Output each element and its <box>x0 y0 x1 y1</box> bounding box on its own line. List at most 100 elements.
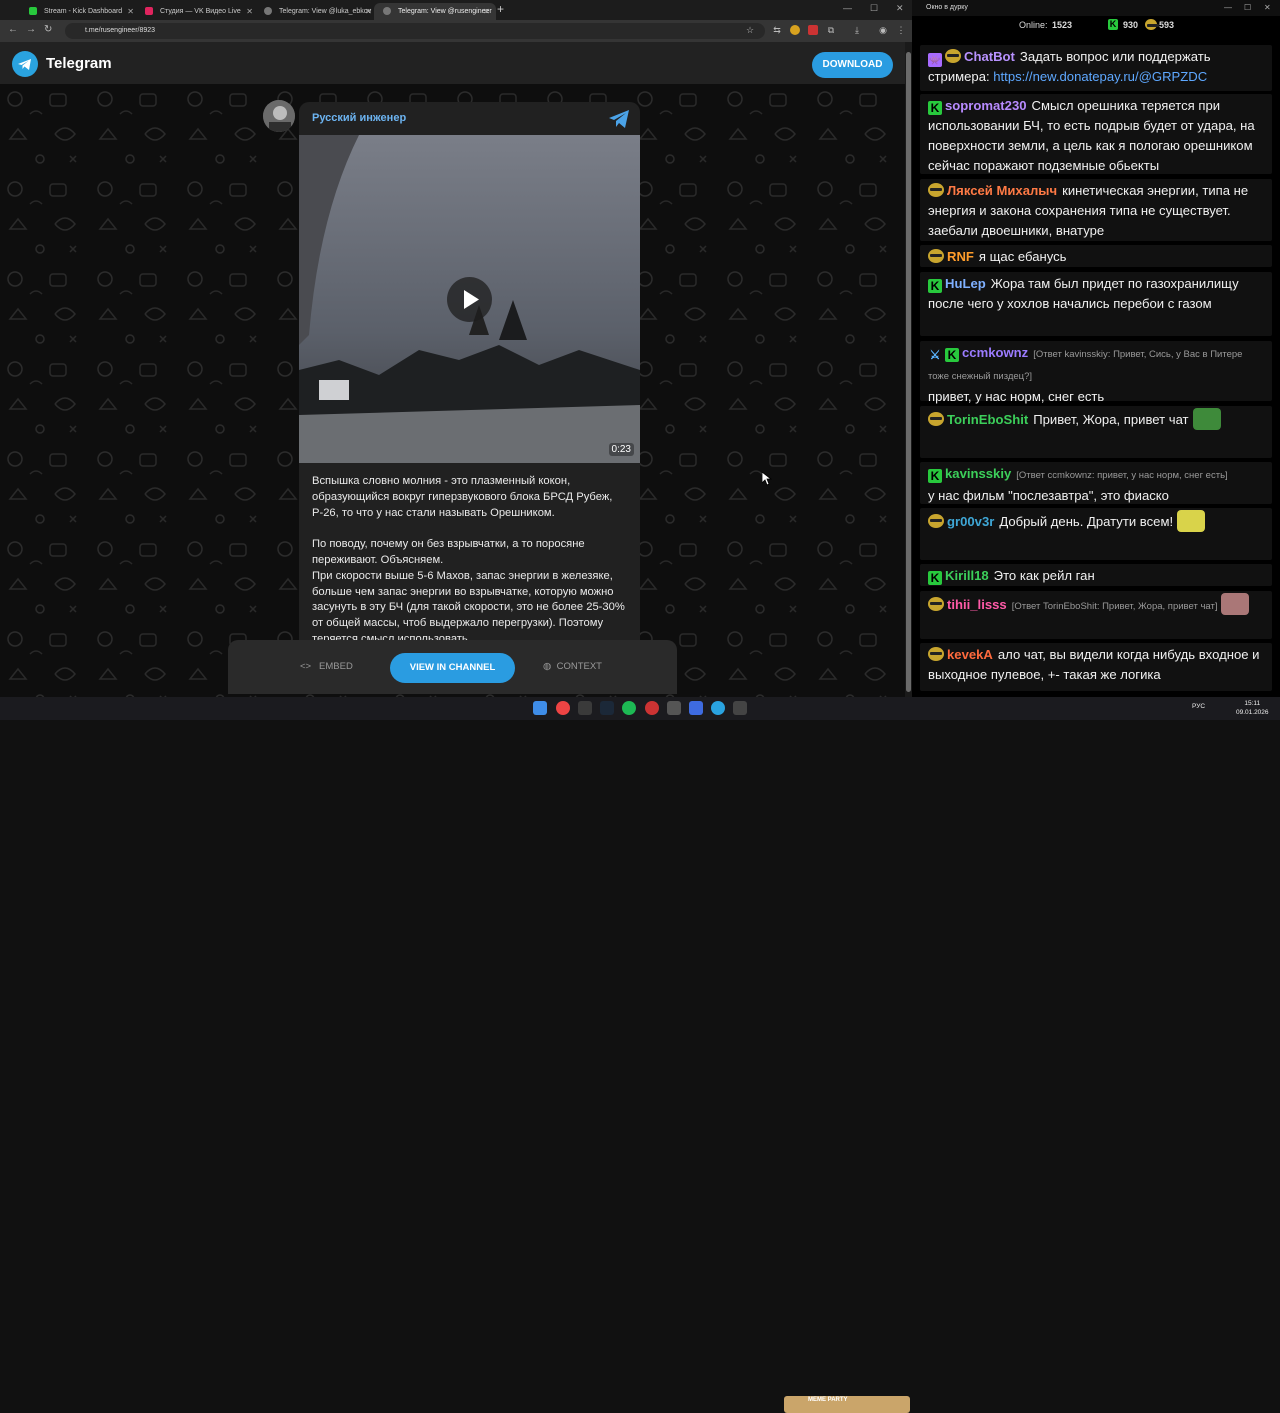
telegram-taskbar-icon[interactable] <box>711 701 725 715</box>
chat-username[interactable]: TorinEboShit <box>947 412 1028 427</box>
view-in-channel-button[interactable]: VIEW IN CHANNEL <box>390 653 515 683</box>
url-field[interactable]: t.me/rusengineer/8923 <box>65 23 765 39</box>
scrollbar-thumb[interactable] <box>906 52 911 692</box>
forward-icon[interactable]: → <box>26 24 36 35</box>
clock-time: 15:11 <box>1244 700 1261 707</box>
chat-titlebar: Окно в дурку — ☐ ✕ <box>912 0 1280 16</box>
post-text: Вспышка словно молния - это плазменный к… <box>312 475 625 642</box>
app-icon[interactable] <box>645 701 659 715</box>
tab-strip: Stream - Kick Dashboard ✕ Студия — VK Ви… <box>0 0 912 20</box>
chat-username[interactable]: ccmkownz <box>962 345 1028 360</box>
extension-icon[interactable] <box>790 25 800 35</box>
glasses-badge-icon <box>928 597 944 611</box>
extension-icon[interactable] <box>808 25 818 35</box>
spotify-icon[interactable] <box>622 701 636 715</box>
obs-icon[interactable] <box>733 701 747 715</box>
channel-avatar[interactable] <box>263 100 295 132</box>
keyboard-language[interactable]: РУС <box>1192 703 1205 710</box>
close-window-icon[interactable]: ✕ <box>1264 0 1271 16</box>
kick-badge-icon: K <box>928 101 942 115</box>
mouse-cursor-icon <box>762 472 772 486</box>
kick-favicon-icon <box>29 7 37 15</box>
meme-party-widget: MEME PARTY <box>784 1396 910 1413</box>
extension-icon[interactable]: ⇆ <box>772 25 782 35</box>
close-window-icon[interactable]: ✕ <box>896 3 904 14</box>
tab-vk-studio[interactable]: Студия — VK Видео Live ✕ <box>136 3 259 20</box>
back-icon[interactable]: ← <box>8 24 18 35</box>
embed-label: EMBED <box>319 661 353 672</box>
system-clock[interactable]: 15:11 09.01.2026 <box>1236 699 1269 717</box>
chat-message: gr00v3r Добрый день. Дратути всем! <box>920 508 1272 560</box>
embed-button[interactable]: <> EMBED <box>300 661 353 672</box>
sword-badge-icon: ⚔ <box>929 348 941 362</box>
download-button[interactable]: DOWNLOAD <box>812 52 893 78</box>
tab-kick-dashboard[interactable]: Stream - Kick Dashboard ✕ <box>20 3 140 20</box>
tab-telegram-rusengineer[interactable]: Telegram: View @rusengineer ✕ <box>374 3 496 20</box>
new-tab-button[interactable]: + <box>497 2 504 16</box>
chat-emote <box>1177 510 1206 532</box>
app-icon[interactable] <box>689 701 703 715</box>
maximize-icon[interactable]: ☐ <box>1244 0 1251 16</box>
globe-icon <box>383 7 391 15</box>
kick-badge-icon: K <box>928 571 942 585</box>
chrome-icon[interactable] <box>556 701 570 715</box>
chat-message-text: я щас ебанусь <box>978 249 1067 264</box>
chat-message-text: Привет, Жора, привет чат <box>1033 412 1189 427</box>
chat-username[interactable]: HuLep <box>945 276 986 291</box>
close-icon[interactable]: ✕ <box>246 3 253 20</box>
close-icon[interactable]: ✕ <box>365 3 372 20</box>
online-count: 1523 <box>1052 20 1073 30</box>
bot-badge-icon: 👾 <box>928 53 942 67</box>
chat-message: K HuLep Жора там был придет по газохранили… <box>920 272 1272 336</box>
tab-title: Telegram: View @rusengineer <box>398 8 492 15</box>
glasses-badge-icon <box>945 49 961 63</box>
app-icon[interactable] <box>578 701 592 715</box>
chat-username[interactable]: sopromat230 <box>945 98 1027 113</box>
chat-username[interactable]: kevekA <box>947 647 993 662</box>
video-player[interactable]: 0:23 <box>299 135 640 463</box>
profile-icon[interactable]: ◉ <box>878 25 888 35</box>
menu-icon[interactable]: ⋮ <box>896 25 906 35</box>
telegram-title: Telegram <box>46 55 112 72</box>
maximize-icon[interactable]: ☐ <box>870 3 878 14</box>
minimize-icon[interactable]: — <box>843 3 852 13</box>
context-button[interactable]: ◍ CONTEXT <box>543 661 602 672</box>
windows-start-icon[interactable] <box>533 701 547 715</box>
reply-context[interactable]: [Ответ ccmkownz: привет, у нас норм, сне… <box>1016 470 1227 481</box>
chat-message-text: у нас фильм "послезавтра", это фиаско <box>928 488 1169 503</box>
chat-username[interactable]: Kirill18 <box>945 568 989 583</box>
close-icon[interactable]: ✕ <box>483 3 490 20</box>
tab-title: Stream - Kick Dashboard <box>44 8 123 15</box>
chat-username[interactable]: RNF <box>947 249 974 264</box>
channel-name-link[interactable]: Русский инженер <box>312 112 406 124</box>
download-icon[interactable]: ⤓ <box>852 25 862 35</box>
steam-icon[interactable] <box>600 701 614 715</box>
star-icon[interactable]: ☆ <box>745 25 755 35</box>
url-text: t.me/rusengineer/8923 <box>85 27 156 34</box>
chat-username[interactable]: gr00v3r <box>947 514 994 529</box>
reply-context[interactable]: [Ответ TorinEboShit: Привет, Жора, приве… <box>1012 601 1218 612</box>
app-icon[interactable] <box>667 701 681 715</box>
other-viewer-count: 593 <box>1159 20 1175 30</box>
post-card: Русский инженер 0:23 Вспышка словно молн… <box>299 102 640 642</box>
telegram-logo-icon[interactable] <box>12 51 38 77</box>
reload-icon[interactable]: ↻ <box>44 24 52 35</box>
globe-icon: ◍ <box>543 661 552 672</box>
donate-link[interactable]: https://new.donatepay.ru/@GRPZDC <box>993 69 1207 84</box>
minimize-icon[interactable]: — <box>1224 0 1232 16</box>
chat-username[interactable]: Ляксей Михалыч <box>947 183 1057 198</box>
chat-username[interactable]: tihii_lisss <box>947 597 1007 612</box>
address-bar-row: ← → ↻ t.me/rusengineer/8923 ☆ ⇆ ⧉ ⤓ ◉ ⋮ <box>0 20 912 42</box>
chat-message-text: привет, у нас норм, снег есть <box>928 389 1105 404</box>
close-icon[interactable]: ✕ <box>127 3 134 20</box>
tab-telegram-luka[interactable]: Telegram: View @luka_ebkov ✕ <box>255 3 378 20</box>
play-button[interactable] <box>447 277 492 322</box>
chat-message: tihii_lisss [Ответ TorinEboShit: Привет, … <box>920 591 1272 639</box>
chat-username[interactable]: ChatBot <box>964 49 1015 64</box>
chat-message: TorinEboShit Привет, Жора, привет чат <box>920 406 1272 458</box>
chat-username[interactable]: kavinsskiy <box>945 466 1011 481</box>
puzzle-icon[interactable]: ⧉ <box>826 25 836 35</box>
tab-title: Студия — VK Видео Live <box>160 8 241 15</box>
tab-title: Telegram: View @luka_ebkov <box>279 8 372 15</box>
browser-window: Stream - Kick Dashboard ✕ Студия — VK Ви… <box>0 0 912 697</box>
